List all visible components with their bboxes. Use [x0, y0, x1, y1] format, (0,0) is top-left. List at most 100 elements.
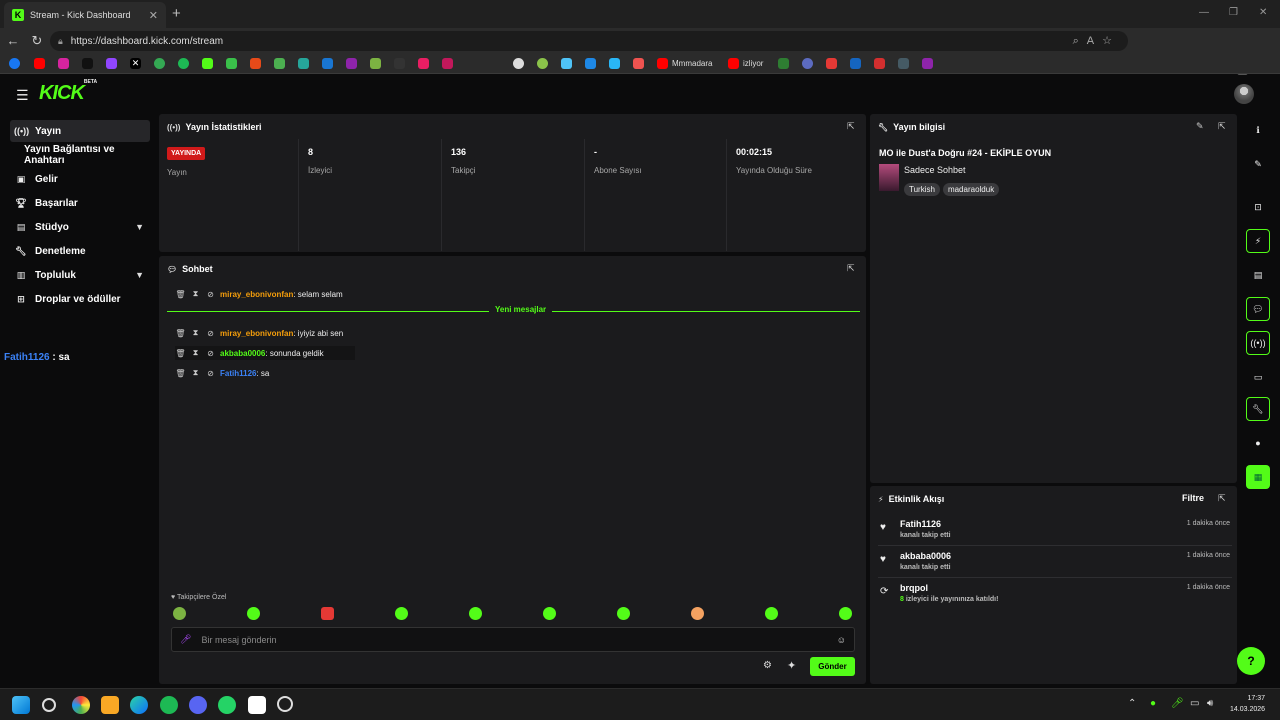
- edit-icon[interactable]: ✎: [1196, 121, 1204, 132]
- popout-icon[interactable]: ⇱: [1218, 121, 1226, 132]
- discord-icon[interactable]: [189, 696, 207, 714]
- emote-icon[interactable]: [173, 607, 186, 620]
- print-icon[interactable]: ▭: [1246, 365, 1270, 389]
- tv-icon[interactable]: [778, 58, 789, 69]
- lightning-icon[interactable]: ⚡︎: [1246, 229, 1270, 253]
- start-icon[interactable]: [12, 696, 30, 714]
- delete-icon[interactable]: 🗑︎: [175, 349, 186, 358]
- gift-icon[interactable]: ▦: [1246, 465, 1270, 489]
- x-icon[interactable]: ✕: [130, 58, 141, 69]
- window-close-icon[interactable]: ✕: [1259, 7, 1267, 18]
- popout-icon[interactable]: ⇱: [847, 263, 855, 274]
- user-avatar[interactable]: [1234, 84, 1254, 104]
- emote-picker-icon[interactable]: ✦: [787, 659, 796, 672]
- bookmark12-icon[interactable]: [850, 58, 861, 69]
- sidebar-item-stream-key[interactable]: Yayın Bağlantısı ve Anahtarı: [24, 144, 156, 166]
- v-icon[interactable]: [298, 58, 309, 69]
- clock[interactable]: 17:37 14.03.2026: [1230, 693, 1265, 715]
- ball-icon[interactable]: [513, 58, 524, 69]
- close-tab-icon[interactable]: ✕: [149, 9, 158, 22]
- bookmark13-icon[interactable]: [874, 58, 885, 69]
- chat-message[interactable]: 🗑︎ ⧗ ⊘ miray_ebonivonfan: iyiyiz abi sen: [175, 326, 343, 340]
- bookmark3-icon[interactable]: [418, 58, 429, 69]
- bookmark-label[interactable]: Mmmadara: [672, 59, 712, 68]
- chat-username[interactable]: miray_ebonivonfan: [220, 290, 293, 299]
- bookmark6-icon[interactable]: [561, 58, 572, 69]
- url-field[interactable]: 🔒︎ https://dashboard.kick.com/stream ⌕A☆: [50, 31, 1128, 51]
- capcut-icon[interactable]: [248, 696, 266, 714]
- twitch-icon[interactable]: [106, 58, 117, 69]
- tiktok-icon[interactable]: [82, 58, 93, 69]
- emote-icon[interactable]: [321, 607, 334, 620]
- bookmark5-icon[interactable]: [537, 58, 548, 69]
- back-icon[interactable]: ←: [2, 33, 24, 48]
- spotify-icon[interactable]: [178, 58, 189, 69]
- emoji-icon[interactable]: ☺: [837, 635, 846, 645]
- emote-icon[interactable]: [395, 607, 408, 620]
- search-icon[interactable]: [42, 698, 56, 712]
- microphone-icon[interactable]: 🎤︎: [1171, 698, 1184, 709]
- edge-icon[interactable]: [130, 696, 148, 714]
- instagram-icon[interactable]: [58, 58, 69, 69]
- shapes-icon[interactable]: ●: [1246, 431, 1270, 455]
- display-icon[interactable]: ▭: [1190, 698, 1199, 709]
- bookmark2-icon[interactable]: [370, 58, 381, 69]
- spotify-icon[interactable]: [160, 696, 178, 714]
- t-icon[interactable]: [922, 58, 933, 69]
- tray-app-icon[interactable]: ●: [1150, 698, 1156, 709]
- send-button[interactable]: Gönder: [810, 657, 855, 676]
- delete-icon[interactable]: 🗑︎: [175, 369, 186, 378]
- chat-message[interactable]: 🗑︎ ⧗ ⊘ Fatih1126: sa: [175, 366, 269, 380]
- delete-icon[interactable]: 🗑︎: [175, 290, 186, 299]
- png-icon[interactable]: [898, 58, 909, 69]
- download-site-icon[interactable]: [274, 58, 285, 69]
- activity-user[interactable]: Fatih1126: [900, 519, 941, 529]
- reload-icon[interactable]: ↻: [26, 33, 48, 49]
- sidebar-item-topluluk[interactable]: ▥ Topluluk ▼: [10, 264, 150, 286]
- youtube2-icon[interactable]: [657, 58, 668, 69]
- bookmark9-icon[interactable]: [633, 58, 644, 69]
- emote-icon[interactable]: [543, 607, 556, 620]
- youtube-icon[interactable]: [34, 58, 45, 69]
- category-thumbnail[interactable]: [879, 164, 899, 191]
- activity-user[interactable]: brqpol: [900, 583, 928, 593]
- emote-icon[interactable]: [247, 607, 260, 620]
- sidebar-item-yayin[interactable]: ((•)) Yayın: [10, 120, 150, 142]
- whatsapp-icon[interactable]: [218, 696, 236, 714]
- popout-icon[interactable]: ⇱: [847, 121, 855, 132]
- minimize-icon[interactable]: —: [1199, 7, 1209, 18]
- ban-icon[interactable]: ⊘: [205, 369, 216, 378]
- chat-username[interactable]: miray_ebonivonfan: [220, 329, 293, 338]
- activity-user[interactable]: akbaba0006: [900, 551, 951, 561]
- emote-icon[interactable]: [469, 607, 482, 620]
- settings-icon[interactable]: ⚙: [763, 660, 772, 671]
- bookmark10-icon[interactable]: [802, 58, 813, 69]
- kick-logo[interactable]: KICKBETA: [39, 79, 97, 105]
- ban-icon[interactable]: ⊘: [205, 329, 216, 338]
- sidebar-item-studyo[interactable]: ▤ Stüdyo ▼: [10, 216, 150, 238]
- z-icon[interactable]: [394, 58, 405, 69]
- chevron-up-icon[interactable]: ⌃: [1128, 698, 1136, 709]
- category-name[interactable]: Sadece Sohbet: [904, 165, 966, 175]
- emote-icon[interactable]: [839, 607, 852, 620]
- sidebar-item-basarilar[interactable]: 🏆︎ Başarılar: [10, 192, 150, 214]
- emote-icon[interactable]: [617, 607, 630, 620]
- sidebar-item-denetleme[interactable]: 🔧︎ Denetleme: [10, 240, 150, 262]
- bookmark-icon[interactable]: [346, 58, 357, 69]
- ban-icon[interactable]: ⊘: [205, 290, 216, 299]
- timeout-icon[interactable]: ⧗: [190, 348, 201, 358]
- sidebar-item-droplar[interactable]: ⊞ Droplar ve ödüller: [10, 288, 150, 310]
- timeout-icon[interactable]: ⧗: [190, 289, 201, 299]
- obs-icon[interactable]: [277, 696, 293, 712]
- bookmark7-icon[interactable]: [585, 58, 596, 69]
- popout-icon[interactable]: ⇱: [1218, 493, 1226, 504]
- help-icon[interactable]: ?: [1237, 647, 1265, 675]
- ban-icon[interactable]: ⊘: [205, 349, 216, 358]
- new-tab-button[interactable]: +: [172, 5, 181, 22]
- kick-icon[interactable]: [202, 58, 213, 69]
- filter-button[interactable]: Filtre: [1182, 493, 1204, 503]
- screenshot-icon[interactable]: ⊡: [1246, 195, 1270, 219]
- emote-icon[interactable]: [691, 607, 704, 620]
- youtube3-icon[interactable]: [728, 58, 739, 69]
- emote-icon[interactable]: [765, 607, 778, 620]
